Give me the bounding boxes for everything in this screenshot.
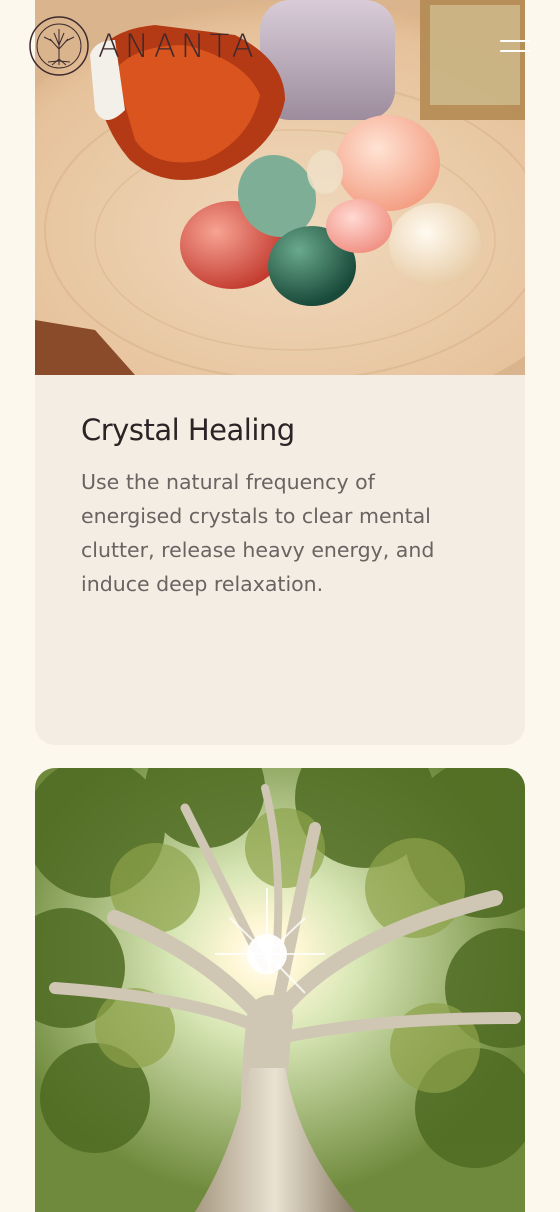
site-header: ANANTA <box>28 14 532 78</box>
tree-of-life-icon <box>29 16 89 76</box>
card-title: Crystal Healing <box>81 413 295 447</box>
brand-wordmark: ANANTA <box>98 27 259 65</box>
menu-line <box>500 40 530 42</box>
card-description: Use the natural frequency of energised c… <box>81 470 435 596</box>
menu-line <box>500 50 530 52</box>
service-card-crystal-healing[interactable]: Crystal Healing Use the natural frequenc… <box>35 0 525 745</box>
hamburger-menu-icon[interactable] <box>500 34 530 58</box>
service-card-tree[interactable] <box>35 768 525 1212</box>
card-content: Crystal Healing Use the natural frequenc… <box>35 375 525 601</box>
brand-logo-link[interactable]: ANANTA <box>28 15 259 77</box>
sunlit-tree-photo <box>35 768 525 1212</box>
